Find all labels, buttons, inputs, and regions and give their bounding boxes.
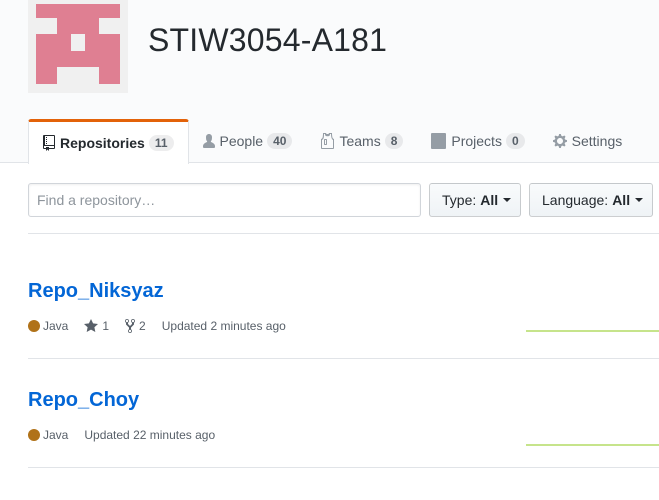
tab-label: Teams bbox=[339, 133, 381, 149]
avatar-pixel bbox=[99, 67, 120, 84]
repo-filter-bar: Type: All Language: All bbox=[28, 183, 659, 217]
tab-counter: 11 bbox=[148, 135, 174, 151]
tab-counter: 0 bbox=[505, 133, 525, 149]
language-filter-value: All bbox=[612, 192, 631, 208]
gear-icon bbox=[552, 134, 567, 148]
repo-language-label: Java bbox=[43, 319, 69, 333]
avatar-pixel bbox=[85, 34, 120, 51]
repo-name-link[interactable]: Repo_Choy bbox=[28, 389, 659, 412]
avatar-pixel bbox=[99, 4, 120, 18]
repo-updated: Updated 2 minutes ago bbox=[161, 319, 286, 333]
repo-icon bbox=[43, 135, 55, 151]
repo-search-input[interactable] bbox=[28, 183, 421, 217]
org-name: STIW3054-A181 bbox=[148, 22, 388, 58]
avatar-pixel bbox=[57, 4, 99, 18]
org-tabs: Repositories 11 People 40 Teams 8 Projec… bbox=[28, 119, 637, 164]
repo-forks-count: 2 bbox=[139, 319, 146, 333]
avatar-pixel bbox=[57, 18, 99, 34]
language-filter-button[interactable]: Language: All bbox=[529, 183, 653, 217]
repo-list-item: Repo_Choy Java Updated 22 minutes ago bbox=[28, 389, 659, 446]
tab-settings[interactable]: Settings bbox=[539, 119, 637, 163]
tab-label: Projects bbox=[451, 133, 502, 149]
divider bbox=[28, 233, 659, 234]
type-filter-value: All bbox=[480, 192, 499, 208]
avatar-pixel bbox=[36, 51, 120, 67]
avatar-pixel bbox=[36, 4, 57, 18]
tab-people[interactable]: People 40 bbox=[189, 119, 307, 163]
repo-meta: Java Updated 22 minutes ago bbox=[28, 427, 659, 443]
divider bbox=[28, 467, 659, 468]
language-color-dot bbox=[28, 429, 40, 441]
repo-language: Java bbox=[28, 319, 68, 333]
type-filter-label: Type: bbox=[442, 192, 477, 208]
tab-counter: 8 bbox=[384, 133, 404, 149]
tab-label: Repositories bbox=[60, 135, 145, 151]
caret-down-icon bbox=[635, 198, 644, 202]
org-avatar[interactable] bbox=[28, 0, 128, 93]
repo-stars-count: 1 bbox=[102, 319, 110, 333]
star-icon bbox=[84, 319, 99, 332]
language-filter-label: Language: bbox=[542, 192, 609, 208]
avatar-pixel bbox=[36, 34, 71, 51]
caret-down-icon bbox=[503, 198, 512, 202]
repo-stars[interactable]: 1 bbox=[84, 318, 109, 334]
language-color-dot bbox=[28, 320, 40, 332]
repo-list-item: Repo_Niksyaz Java 1 2 Updated 2 minutes … bbox=[28, 280, 659, 334]
tab-repositories[interactable]: Repositories 11 bbox=[28, 119, 189, 164]
project-icon bbox=[431, 133, 447, 149]
type-filter-button[interactable]: Type: All bbox=[429, 183, 521, 217]
fork-icon bbox=[125, 319, 136, 333]
tab-projects[interactable]: Projects 0 bbox=[417, 119, 538, 163]
org-header: STIW3054-A181 Repositories 11 People 40 … bbox=[0, 0, 659, 164]
divider bbox=[28, 358, 659, 359]
avatar-pixel bbox=[36, 67, 57, 84]
repo-language-label: Java bbox=[43, 428, 69, 442]
tab-label: Settings bbox=[571, 133, 623, 149]
tab-counter: 40 bbox=[267, 133, 293, 149]
repo-name-link[interactable]: Repo_Niksyaz bbox=[28, 280, 659, 303]
tab-label: People bbox=[219, 133, 264, 149]
person-icon bbox=[202, 134, 215, 148]
repo-updated: Updated 22 minutes ago bbox=[84, 428, 216, 442]
activity-sparkline bbox=[526, 330, 659, 332]
repo-language: Java bbox=[28, 428, 68, 442]
activity-sparkline bbox=[526, 444, 659, 446]
tab-teams[interactable]: Teams 8 bbox=[306, 119, 417, 163]
repo-forks[interactable]: 2 bbox=[125, 318, 146, 334]
jersey-icon bbox=[321, 133, 335, 149]
